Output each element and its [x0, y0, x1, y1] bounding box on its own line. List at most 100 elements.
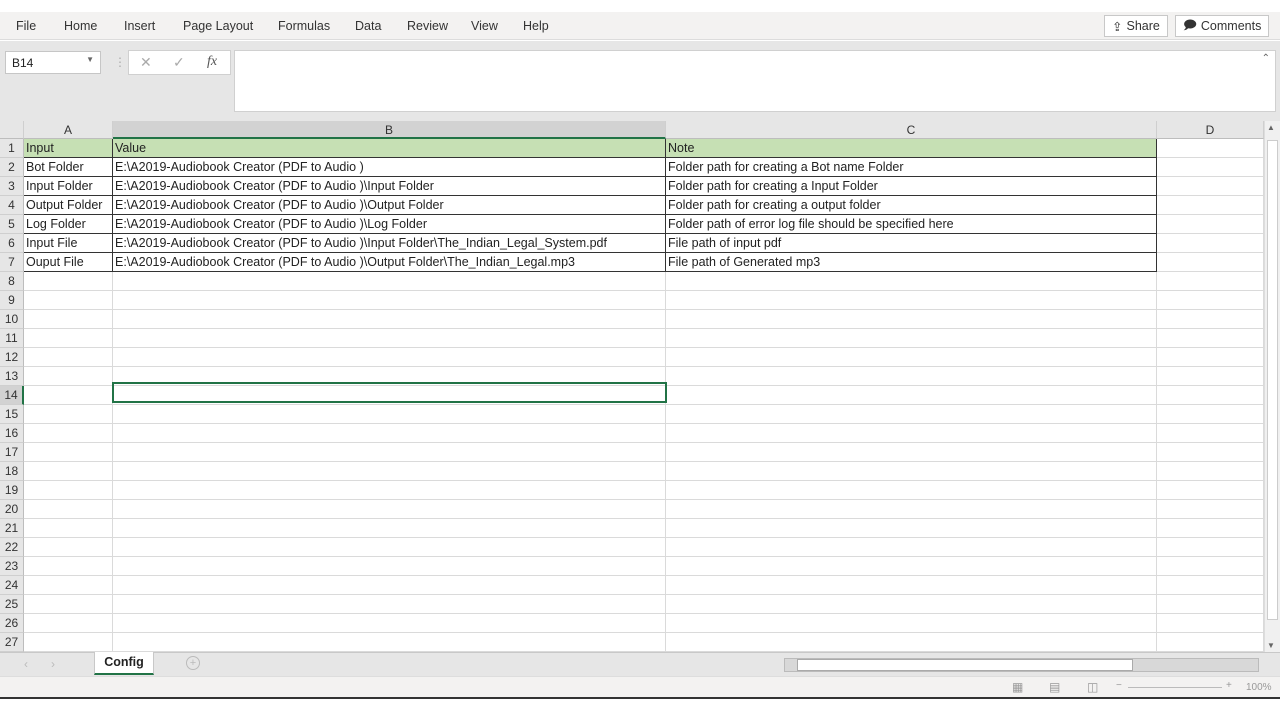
row-header[interactable]: 21 — [0, 519, 24, 538]
cell[interactable] — [666, 595, 1157, 614]
zoom-level[interactable]: 100% — [1246, 682, 1272, 693]
cell[interactable]: Ouput File — [24, 253, 113, 272]
cell[interactable]: Folder path for creating a output folder — [666, 196, 1157, 215]
cell[interactable] — [1157, 576, 1264, 595]
cell[interactable] — [1157, 215, 1264, 234]
share-button[interactable]: ⇪ Share — [1104, 15, 1168, 37]
cell[interactable]: Input File — [24, 234, 113, 253]
zoom-slider[interactable] — [1128, 687, 1222, 688]
cell[interactable] — [666, 557, 1157, 576]
formula-input[interactable]: ⌃ — [234, 50, 1276, 112]
cell[interactable] — [113, 614, 666, 633]
cell[interactable]: E:\A2019-Audiobook Creator (PDF to Audio… — [113, 215, 666, 234]
row-header[interactable]: 9 — [0, 291, 24, 310]
collapse-icon[interactable]: ⌃ — [1262, 53, 1270, 64]
cell[interactable] — [113, 481, 666, 500]
comments-button[interactable]: 🗩 Comments — [1175, 15, 1270, 37]
cell[interactable] — [113, 500, 666, 519]
cell[interactable] — [1157, 310, 1264, 329]
row-header[interactable]: 12 — [0, 348, 24, 367]
vertical-scrollbar[interactable]: ▲ ▼ — [1264, 121, 1280, 652]
cell[interactable] — [113, 310, 666, 329]
cell[interactable] — [113, 576, 666, 595]
cell[interactable] — [24, 386, 113, 405]
cell[interactable] — [666, 310, 1157, 329]
function-icon[interactable]: fx — [207, 54, 217, 70]
cell[interactable] — [113, 557, 666, 576]
cell[interactable] — [24, 405, 113, 424]
horizontal-scrollbar[interactable] — [784, 658, 1259, 672]
cell[interactable]: File path of input pdf — [666, 234, 1157, 253]
cell[interactable] — [1157, 139, 1264, 158]
zoom-out-icon[interactable]: − — [1116, 680, 1122, 691]
row-header[interactable]: 16 — [0, 424, 24, 443]
cell[interactable] — [24, 595, 113, 614]
menu-file[interactable]: File — [16, 19, 36, 33]
sheet-tab-config[interactable]: Config — [94, 652, 154, 675]
menu-insert[interactable]: Insert — [124, 19, 155, 33]
cell[interactable] — [1157, 177, 1264, 196]
cell[interactable] — [1157, 386, 1264, 405]
cell[interactable] — [1157, 595, 1264, 614]
cell[interactable]: Bot Folder — [24, 158, 113, 177]
row-header[interactable]: 13 — [0, 367, 24, 386]
row-header[interactable]: 5 — [0, 215, 24, 234]
column-header-d[interactable]: D — [1157, 121, 1264, 139]
row-header[interactable]: 23 — [0, 557, 24, 576]
cell[interactable] — [666, 348, 1157, 367]
row-header[interactable]: 7 — [0, 253, 24, 272]
row-header[interactable]: 26 — [0, 614, 24, 633]
cell[interactable] — [113, 329, 666, 348]
page-layout-view-icon[interactable]: ▤ — [1049, 680, 1060, 694]
cell[interactable] — [24, 443, 113, 462]
row-header[interactable]: 19 — [0, 481, 24, 500]
scroll-thumb[interactable] — [1267, 140, 1278, 620]
row-header[interactable]: 3 — [0, 177, 24, 196]
enter-check-icon[interactable]: ✓ — [173, 54, 185, 71]
cell[interactable] — [1157, 253, 1264, 272]
row-header[interactable]: 14 — [0, 386, 24, 405]
cell[interactable] — [113, 595, 666, 614]
cell[interactable] — [666, 500, 1157, 519]
column-header-b[interactable]: B — [113, 121, 666, 139]
cell[interactable] — [666, 519, 1157, 538]
cell[interactable] — [1157, 519, 1264, 538]
row-header[interactable]: 10 — [0, 310, 24, 329]
cell[interactable] — [24, 462, 113, 481]
row-header[interactable]: 22 — [0, 538, 24, 557]
cell[interactable] — [113, 348, 666, 367]
cell[interactable] — [113, 443, 666, 462]
menu-review[interactable]: Review — [407, 19, 448, 33]
cell[interactable] — [24, 538, 113, 557]
cell[interactable] — [24, 481, 113, 500]
cell[interactable] — [24, 576, 113, 595]
row-header[interactable]: 18 — [0, 462, 24, 481]
name-box[interactable]: B14 ▼ — [5, 51, 101, 74]
cell[interactable] — [1157, 481, 1264, 500]
cell[interactable] — [666, 462, 1157, 481]
cell[interactable] — [113, 633, 666, 652]
row-header[interactable]: 6 — [0, 234, 24, 253]
cell[interactable]: E:\A2019-Audiobook Creator (PDF to Audio… — [113, 253, 666, 272]
select-all-corner[interactable] — [0, 121, 24, 139]
cell[interactable] — [666, 405, 1157, 424]
cell[interactable]: Note — [666, 139, 1157, 158]
prev-sheet-icon[interactable]: ‹ — [24, 657, 28, 671]
row-header[interactable]: 20 — [0, 500, 24, 519]
cell[interactable] — [24, 519, 113, 538]
row-header[interactable]: 4 — [0, 196, 24, 215]
cell[interactable] — [24, 500, 113, 519]
menu-formulas[interactable]: Formulas — [278, 19, 330, 33]
row-header[interactable]: 15 — [0, 405, 24, 424]
cell[interactable] — [24, 291, 113, 310]
cell[interactable] — [113, 519, 666, 538]
cell[interactable] — [24, 614, 113, 633]
row-header[interactable]: 25 — [0, 595, 24, 614]
row-header[interactable]: 1 — [0, 139, 24, 158]
cell[interactable] — [666, 329, 1157, 348]
menu-view[interactable]: View — [471, 19, 498, 33]
row-header[interactable]: 2 — [0, 158, 24, 177]
cell[interactable] — [666, 576, 1157, 595]
cell[interactable] — [24, 557, 113, 576]
cell[interactable] — [1157, 367, 1264, 386]
